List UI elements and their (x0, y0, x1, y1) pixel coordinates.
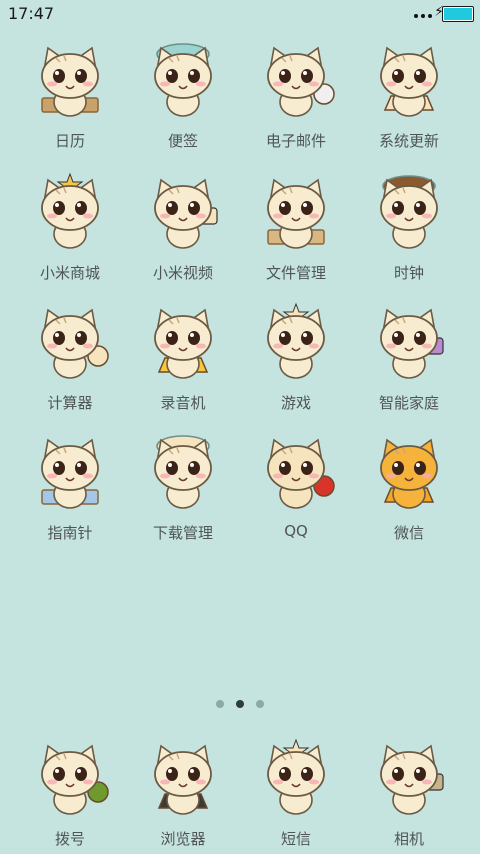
cat-compass-icon (14, 428, 126, 512)
cat-mall-icon (14, 168, 126, 252)
cat-smarthome-icon (353, 298, 465, 382)
app-label: 文件管理 (265, 264, 326, 282)
app-label: QQ (284, 522, 308, 540)
app-label: 时钟 (393, 264, 424, 282)
page-indicator[interactable] (0, 700, 480, 710)
cat-wechat-icon (353, 428, 465, 512)
app-label: 微信 (393, 524, 424, 542)
app-label: 便签 (167, 132, 198, 150)
cat-camera-icon (353, 734, 465, 818)
app-label: 小米视频 (152, 264, 213, 282)
cat-dialer-icon (14, 734, 126, 818)
page-dot[interactable] (256, 700, 264, 708)
app-label: 游戏 (280, 394, 311, 412)
cat-email-icon (240, 36, 352, 120)
app-cat-mall[interactable]: 小米商城 (14, 168, 126, 288)
cat-video-icon (127, 168, 239, 252)
page-dot[interactable] (216, 700, 224, 708)
cat-game-icon (240, 298, 352, 382)
cat-notes-icon (127, 36, 239, 120)
app-cat-camera[interactable]: 相机 (353, 734, 465, 854)
app-cat-clock[interactable]: 时钟 (353, 168, 465, 288)
app-cat-files[interactable]: 文件管理 (240, 168, 352, 288)
app-cat-sms[interactable]: 短信 (240, 734, 352, 854)
app-cat-dialer[interactable]: 拨号 (14, 734, 126, 854)
app-label: 计算器 (47, 394, 93, 412)
cat-browser-icon (127, 734, 239, 818)
app-cat-smarthome[interactable]: 智能家庭 (353, 298, 465, 418)
app-cat-game[interactable]: 游戏 (240, 298, 352, 418)
app-label: 电子邮件 (265, 132, 326, 150)
cat-files-icon (240, 168, 352, 252)
app-label: 指南针 (47, 524, 93, 542)
app-label: 录音机 (160, 394, 206, 412)
app-label: 日历 (54, 132, 85, 150)
app-cat-compass[interactable]: 指南针 (14, 428, 126, 548)
page-dot[interactable] (236, 700, 244, 708)
app-label: 浏览器 (160, 830, 206, 848)
app-cat-email[interactable]: 电子邮件 (240, 36, 352, 156)
cat-calculator-icon (14, 298, 126, 382)
app-label: 下载管理 (152, 524, 213, 542)
cat-update-icon (353, 36, 465, 120)
app-cat-recorder[interactable]: 录音机 (127, 298, 239, 418)
app-cat-download[interactable]: 下载管理 (127, 428, 239, 548)
cat-recorder-icon (127, 298, 239, 382)
app-label: 拨号 (54, 830, 85, 848)
cat-qq-icon (240, 428, 352, 512)
status-bar: 17:47 ⚡ (0, 0, 480, 28)
signal-dots-icon (414, 14, 434, 20)
app-label: 小米商城 (39, 264, 100, 282)
app-cat-calculator[interactable]: 计算器 (14, 298, 126, 418)
app-cat-wechat[interactable]: 微信 (353, 428, 465, 548)
battery-icon (442, 6, 474, 22)
cat-clock-icon (353, 168, 465, 252)
status-icons: ⚡ (384, 4, 474, 22)
cat-sms-icon (240, 734, 352, 818)
cat-download-icon (127, 428, 239, 512)
app-cat-video[interactable]: 小米视频 (127, 168, 239, 288)
cat-calendar-icon (14, 36, 126, 120)
app-cat-notes[interactable]: 便签 (127, 36, 239, 156)
app-label: 相机 (393, 830, 424, 848)
status-time: 17:47 (8, 4, 55, 23)
app-cat-update[interactable]: 系统更新 (353, 36, 465, 156)
app-label: 系统更新 (378, 132, 439, 150)
app-cat-browser[interactable]: 浏览器 (127, 734, 239, 854)
app-label: 智能家庭 (378, 394, 439, 412)
app-label: 短信 (280, 830, 311, 848)
app-cat-qq[interactable]: QQ (240, 428, 352, 548)
app-cat-calendar[interactable]: 日历 (14, 36, 126, 156)
